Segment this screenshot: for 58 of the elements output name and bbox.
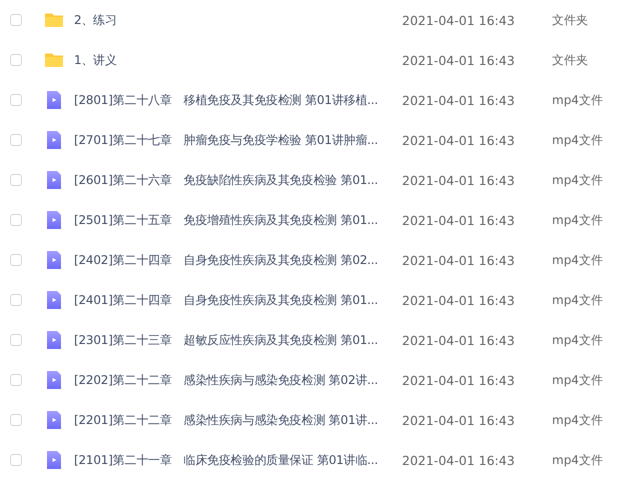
file-type: mp4文件 <box>552 292 603 308</box>
video-file-icon <box>44 130 64 150</box>
row-checkbox[interactable] <box>10 134 22 146</box>
video-file-icon <box>44 450 64 470</box>
file-type: 文件夹 <box>552 52 588 68</box>
file-type: mp4文件 <box>552 372 603 388</box>
file-name[interactable]: [2201]第二十二章 感染性疾病与感染免疫检测 第01讲... <box>74 412 402 428</box>
row-checkbox[interactable] <box>10 254 22 266</box>
row-checkbox[interactable] <box>10 334 22 346</box>
file-type: mp4文件 <box>552 252 603 268</box>
row-checkbox[interactable] <box>10 214 22 226</box>
file-name[interactable]: 1、讲义 <box>74 52 402 68</box>
modified-time: 2021-04-01 16:43 <box>402 252 516 268</box>
row-checkbox[interactable] <box>10 54 22 66</box>
row-checkbox[interactable] <box>10 294 22 306</box>
file-name[interactable]: [2801]第二十八章 移植免疫及其免疫检测 第01讲移植... <box>74 92 402 108</box>
modified-time: 2021-04-01 16:43 <box>402 52 516 68</box>
file-type: mp4文件 <box>552 172 603 188</box>
file-name[interactable]: [2202]第二十二章 感染性疾病与感染免疫检测 第02讲... <box>74 372 402 388</box>
modified-time: 2021-04-01 16:43 <box>402 92 516 108</box>
video-file-icon <box>44 90 64 110</box>
modified-time: 2021-04-01 16:43 <box>402 332 516 348</box>
row-checkbox[interactable] <box>10 414 22 426</box>
row-checkbox[interactable] <box>10 14 22 26</box>
modified-time: 2021-04-01 16:43 <box>402 452 516 468</box>
file-type: mp4文件 <box>552 452 603 468</box>
video-file-icon <box>44 370 64 390</box>
file-name[interactable]: [2101]第二十一章 临床免疫检验的质量保证 第01讲临... <box>74 452 402 468</box>
file-name[interactable]: [2402]第二十四章 自身免疫性疾病及其免疫检测 第02... <box>74 252 402 268</box>
modified-time: 2021-04-01 16:43 <box>402 12 516 28</box>
row-checkbox[interactable] <box>10 94 22 106</box>
modified-time: 2021-04-01 16:43 <box>402 412 516 428</box>
row-checkbox[interactable] <box>10 454 22 466</box>
file-name[interactable]: [2401]第二十四章 自身免疫性疾病及其免疫检测 第01... <box>74 292 402 308</box>
file-name[interactable]: [2501]第二十五章 免疫增殖性疾病及其免疫检测 第01... <box>74 212 402 228</box>
file-type: mp4文件 <box>552 92 603 108</box>
file-name[interactable]: [2701]第二十七章 肿瘤免疫与免疫学检验 第01讲肿瘤... <box>74 132 402 148</box>
video-file-icon <box>44 170 64 190</box>
row-checkbox[interactable] <box>10 374 22 386</box>
video-file-icon <box>44 290 64 310</box>
video-file-icon <box>44 250 64 270</box>
file-name[interactable]: [2301]第二十三章 超敏反应性疾病及其免疫检测 第01... <box>74 332 402 348</box>
modified-time: 2021-04-01 16:43 <box>402 292 516 308</box>
file-type: mp4文件 <box>552 212 603 228</box>
modified-time: 2021-04-01 16:43 <box>402 172 516 188</box>
video-file-icon <box>44 330 64 350</box>
video-file-icon <box>44 210 64 230</box>
file-type: mp4文件 <box>552 332 603 348</box>
file-name[interactable]: [2601]第二十六章 免疫缺陷性疾病及其免疫检验 第01... <box>74 172 402 188</box>
row-checkbox[interactable] <box>10 174 22 186</box>
file-type: mp4文件 <box>552 132 603 148</box>
file-type: 文件夹 <box>552 12 588 28</box>
modified-time: 2021-04-01 16:43 <box>402 212 516 228</box>
file-type: mp4文件 <box>552 412 603 428</box>
modified-time: 2021-04-01 16:43 <box>402 372 516 388</box>
file-name[interactable]: 2、练习 <box>74 12 402 28</box>
modified-time: 2021-04-01 16:43 <box>402 132 516 148</box>
video-file-icon <box>44 410 64 430</box>
